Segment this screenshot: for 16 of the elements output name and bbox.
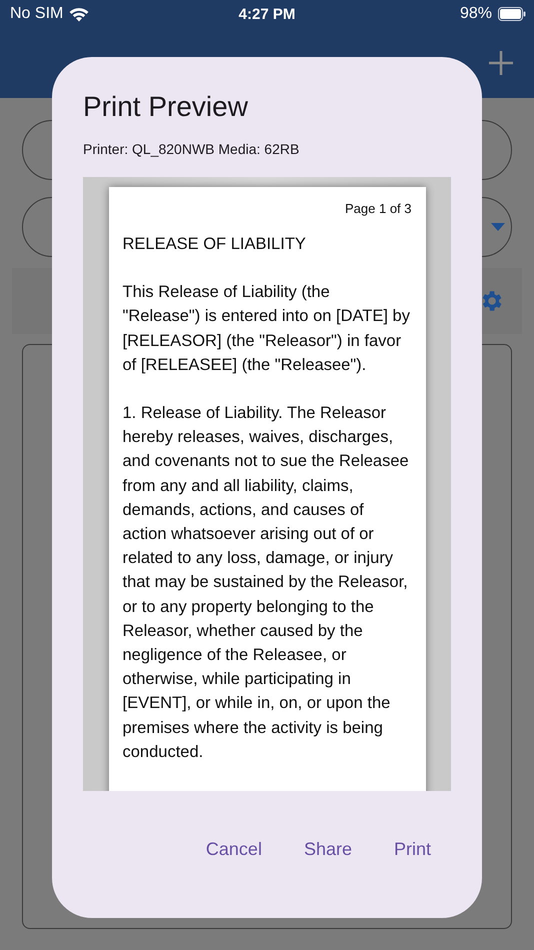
plus-icon[interactable] — [488, 50, 514, 76]
carrier-label: No SIM — [10, 5, 64, 23]
caret-icon — [491, 223, 505, 231]
clock-time: 4:27 PM — [238, 6, 296, 22]
document-paragraph: RELEASE OF LIABILITY — [122, 234, 307, 255]
battery-icon — [498, 7, 526, 21]
document-paragraph: 1. Release of Liability. The Releasor hereby releases, waives, discharges, and covenants not to sue the Releasee from any and all liability, claims, demands, actions, and causes of action whatsoever arising out of or related to any loss, damage, or injury that may be sustained by the Releasor, or to any property belonging to the Releasor, whether caused by the negligence of the Releasee, or otherwise, while participating in [EVENT], or while in, on, or upon the premises where the activity is being conducted. — [122, 403, 410, 763]
wifi-icon — [69, 6, 90, 22]
printer-info: Printer: QL_820NWB Media: 62RB — [83, 141, 300, 157]
dialog-button[interactable]: Cancel — [206, 839, 262, 860]
dialog-title: Print Preview — [83, 91, 248, 123]
dialog-button[interactable]: Share — [304, 839, 352, 860]
battery-percent: 98% — [460, 5, 492, 23]
page-number: Page 1 of 3 — [344, 201, 412, 216]
dialog-button[interactable]: Print — [394, 839, 431, 860]
document-paragraph: This Release of Liability (the "Release") is entered into on [DATE] by [RELEASOR] (the "Releasor") in favor of [RELEASEE] (the "Releasee"). — [122, 282, 411, 376]
